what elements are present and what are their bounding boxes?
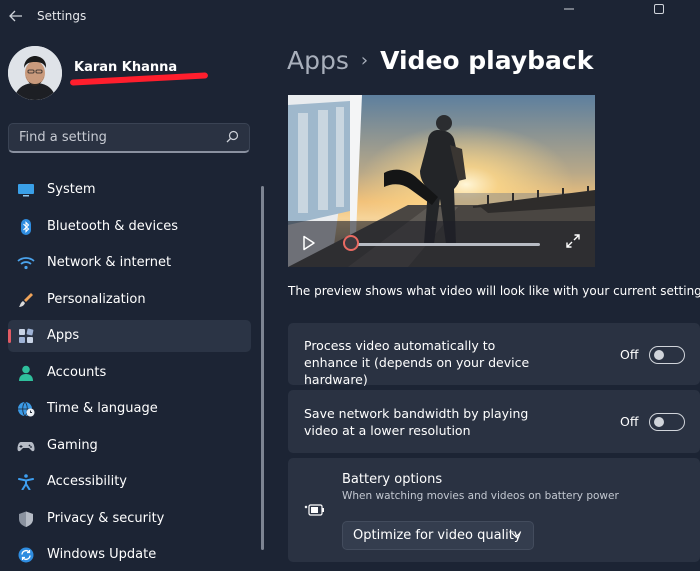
shield-icon [19, 511, 33, 527]
battery-options-title: Battery options [342, 472, 443, 487]
sidebar-item-time-language[interactable]: Time & language [8, 393, 251, 425]
breadcrumb-parent-link[interactable]: Apps [287, 46, 349, 75]
sidebar-item-label: Privacy & security [47, 511, 165, 526]
seek-bar[interactable] [351, 243, 540, 246]
sidebar-item-label: Accounts [47, 365, 107, 380]
setting-label: Save network bandwidth by playing video … [304, 406, 529, 438]
sidebar-item-label: Bluetooth & devices [47, 219, 178, 234]
back-button[interactable] [6, 6, 26, 26]
minimize-button[interactable] [546, 0, 592, 18]
maximize-icon [654, 4, 664, 14]
setting-enhance-video: Process video automatically to enhance i… [288, 323, 700, 387]
battery-video-icon [304, 504, 324, 516]
selection-indicator [8, 329, 11, 343]
video-controls [288, 221, 595, 267]
maximize-button[interactable] [636, 0, 682, 18]
page-title: Video playback [380, 46, 594, 75]
breadcrumb: Apps › Video playback [287, 46, 593, 75]
toggle-state-label: Off [620, 347, 639, 362]
sidebar-item-label: Gaming [47, 438, 98, 453]
sidebar-item-label: Accessibility [47, 474, 127, 489]
monitor-icon [18, 184, 34, 197]
sidebar-item-label: Network & internet [47, 255, 172, 270]
breadcrumb-separator: › [360, 50, 369, 71]
search-icon[interactable] [224, 129, 240, 145]
sidebar-item-personalization[interactable]: Personalization [8, 284, 251, 316]
brush-icon [19, 293, 33, 307]
save-bandwidth-toggle[interactable] [649, 413, 685, 431]
sidebar-scrollbar[interactable] [261, 186, 264, 550]
controller-icon [17, 442, 35, 452]
search-box[interactable] [8, 123, 250, 153]
sidebar-item-label: Time & language [47, 401, 158, 416]
back-arrow-icon [9, 10, 22, 22]
toggle-knob [654, 417, 664, 427]
accessibility-icon [18, 474, 34, 490]
apps-icon [19, 328, 34, 343]
sidebar-item-label: Windows Update [47, 547, 157, 562]
bluetooth-icon [21, 219, 31, 235]
setting-save-bandwidth: Save network bandwidth by playing video … [288, 390, 700, 453]
sidebar-item-label: Personalization [47, 292, 146, 307]
play-icon[interactable] [302, 235, 316, 251]
avatar[interactable] [8, 46, 62, 100]
enhance-video-toggle[interactable] [649, 346, 685, 364]
avatar-photo [8, 46, 62, 100]
setting-battery-options: Battery options When watching movies and… [288, 458, 700, 562]
sidebar-item-privacy[interactable]: Privacy & security [8, 503, 251, 535]
video-preview [288, 95, 595, 267]
battery-options-dropdown[interactable]: Optimize for video quality [342, 521, 534, 550]
person-icon [19, 365, 33, 381]
user-name: Karan Khanna [74, 60, 178, 75]
minimize-icon [564, 8, 574, 10]
update-icon [18, 547, 34, 563]
toggle-state-label: Off [620, 414, 639, 429]
fullscreen-icon[interactable] [565, 233, 581, 249]
wifi-icon [17, 257, 35, 270]
sidebar-item-label: System [47, 182, 96, 197]
sidebar-item-bluetooth[interactable]: Bluetooth & devices [8, 211, 251, 243]
sidebar-item-system[interactable]: System [8, 174, 251, 206]
toggle-knob [654, 350, 664, 360]
sidebar-item-gaming[interactable]: Gaming [8, 430, 251, 462]
globe-clock-icon [18, 401, 35, 417]
dropdown-selected-value: Optimize for video quality [353, 528, 522, 543]
chevron-down-icon [511, 532, 521, 538]
setting-label: Process video automatically to enhance i… [304, 338, 530, 387]
sidebar-item-apps[interactable]: Apps [8, 320, 251, 352]
sidebar-item-accounts[interactable]: Accounts [8, 357, 251, 389]
battery-options-subtitle: When watching movies and videos on batte… [342, 490, 619, 502]
sidebar-item-windows-update[interactable]: Windows Update [8, 539, 251, 571]
search-input[interactable] [19, 130, 219, 145]
app-title: Settings [37, 9, 87, 23]
sidebar-item-accessibility[interactable]: Accessibility [8, 466, 251, 498]
sidebar-item-network[interactable]: Network & internet [8, 247, 251, 279]
sidebar-item-label: Apps [47, 328, 80, 343]
preview-caption: The preview shows what video will look l… [288, 284, 700, 298]
seek-thumb[interactable] [343, 235, 359, 251]
